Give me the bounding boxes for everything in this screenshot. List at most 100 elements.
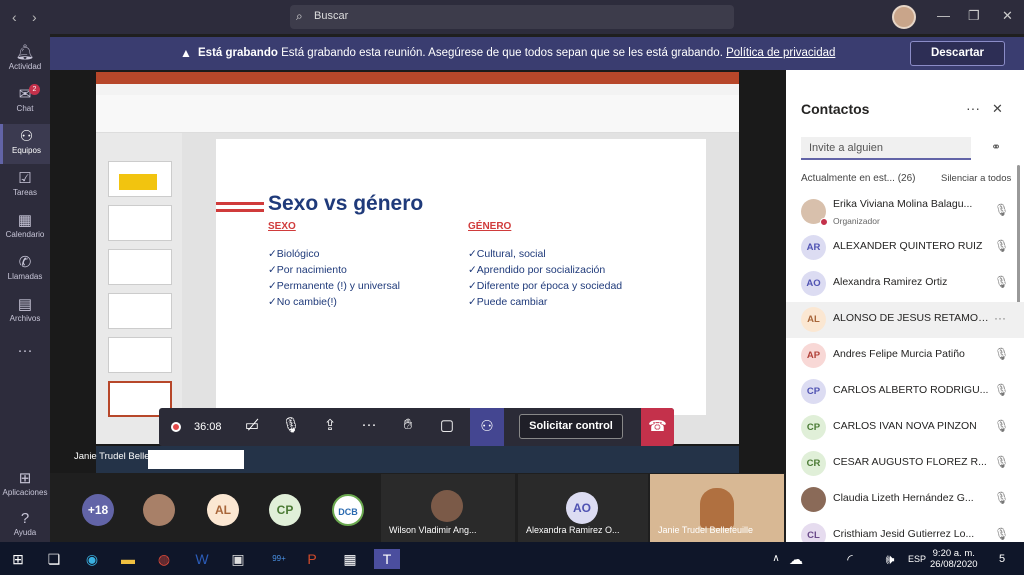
rail-label: Tareas xyxy=(12,188,37,197)
shared-taskbar xyxy=(96,446,739,473)
more-options-icon[interactable]: ··· xyxy=(994,311,1006,325)
in-meeting-section[interactable]: Actualmente en est... (26) xyxy=(801,173,916,184)
calculator-icon[interactable]: ▦ xyxy=(340,549,360,569)
slide-thumbnail[interactable] xyxy=(108,205,172,241)
raise-hand-icon[interactable]: ✋︎ xyxy=(395,416,421,433)
rail-item-actividad[interactable]: 🔔︎ Actividad xyxy=(0,40,50,80)
rail-item-ayuda[interactable]: ? Ayuda xyxy=(0,506,50,546)
close-panel-icon[interactable]: ✕ xyxy=(992,101,1003,117)
rail-item-tareas[interactable]: ☑ Tareas xyxy=(0,166,50,206)
participant-row[interactable]: CP CARLOS IVAN NOVA PINZON 🎙︎ xyxy=(786,410,1024,446)
word-icon[interactable]: W xyxy=(192,549,212,569)
close-icon[interactable]: ✕ xyxy=(1002,8,1013,24)
rail-item-calendario[interactable]: ▦ Calendario xyxy=(0,208,50,248)
chrome-icon[interactable]: ◍ xyxy=(154,549,174,569)
more-apps-button[interactable]: ··· xyxy=(0,338,50,378)
participant-row[interactable]: AR ALEXANDER QUINTERO RUIZ 🎙︎ xyxy=(786,230,1024,266)
system-clock[interactable]: 9:20 a. m. 26/08/2020 xyxy=(930,548,978,570)
participants-panel: Contactos ··· ✕ Invite a alguien ⚭ Actua… xyxy=(786,70,1024,548)
participant-row[interactable]: CR CESAR AUGUSTO FLOREZ R... 🎙︎ xyxy=(786,446,1024,482)
camera-off-icon[interactable]: ▭̸ xyxy=(239,416,265,434)
more-participants-button[interactable]: +18 xyxy=(82,494,114,526)
mute-all-button[interactable]: Silenciar a todos xyxy=(941,173,1011,184)
bell-icon: 🔔︎ xyxy=(15,44,35,61)
teams-icon[interactable]: T xyxy=(374,549,400,569)
files-icon: ▤ xyxy=(17,296,33,313)
chat-icon[interactable]: ▢ xyxy=(434,416,460,434)
rail-label: Aplicaciones xyxy=(2,488,48,497)
slide-thumbnail[interactable] xyxy=(108,337,172,373)
invite-input[interactable]: Invite a alguien xyxy=(801,137,971,160)
participant-row[interactable]: AP Andres Felipe Murcia Patiño 🎙︎ xyxy=(786,338,1024,374)
participants-icon[interactable]: ⚇ xyxy=(470,408,504,446)
chat-icon: ✉︎ xyxy=(18,86,32,103)
wifi-icon[interactable]: ◜ xyxy=(840,549,860,569)
avatar: CR xyxy=(801,451,826,476)
participant-row[interactable]: CP CARLOS ALBERTO RODRIGU... 🎙︎ xyxy=(786,374,1024,410)
onedrive-icon[interactable]: ☁ xyxy=(786,549,806,569)
mail-icon[interactable]: 99+ xyxy=(264,549,294,569)
more-icon: ··· xyxy=(17,342,33,359)
participant-row[interactable]: AL ALONSO DE JESUS RETAMOSO... ··· xyxy=(786,302,1024,338)
participant-name: ALEXANDER QUINTERO RUIZ xyxy=(833,240,983,252)
participant-row[interactable]: Erika Viviana Molina Balagu... Organizad… xyxy=(786,194,1024,230)
participant-name: CARLOS IVAN NOVA PINZON xyxy=(833,420,977,432)
search-placeholder: Buscar xyxy=(314,10,349,22)
share-screen-icon[interactable]: ⇪ xyxy=(317,416,343,434)
task-view-icon[interactable]: ❏ xyxy=(44,549,64,569)
rail-item-llamadas[interactable]: ✆ Llamadas xyxy=(0,250,50,290)
volume-icon[interactable]: 🕪︎ xyxy=(880,549,900,569)
slide-thumbnail[interactable] xyxy=(108,293,172,329)
slide-thumbnail[interactable] xyxy=(108,249,172,285)
file-explorer-icon[interactable]: ▬ xyxy=(118,549,138,569)
rail-item-chat[interactable]: ✉︎ Chat 2 xyxy=(0,82,50,122)
avatar[interactable]: DCB xyxy=(332,494,364,526)
mic-off-icon: 🎙︎ xyxy=(994,419,1010,433)
mic-off-icon: 🎙︎ xyxy=(994,203,1010,217)
maximize-icon[interactable]: ❐ xyxy=(968,8,980,24)
chevron-up-icon[interactable]: ∧ xyxy=(766,549,786,569)
windows-taskbar: ⊞ ❏ ◉ ▬ ◍ W ▣ 99+ P ▦ T ∧ ☁ ◜ 🕪︎ ESP 9:2… xyxy=(0,542,1024,575)
avatar[interactable]: AL xyxy=(207,494,239,526)
more-actions-icon[interactable]: ··· xyxy=(356,416,382,433)
title-bar: ‹ › ⌕ Buscar — ❐ ✕ xyxy=(0,0,1024,34)
search-input[interactable]: ⌕ Buscar xyxy=(290,5,734,29)
slide-thumbnail[interactable] xyxy=(108,161,172,197)
participant-row[interactable]: AO Alexandra Ramirez Ortiz 🎙︎ xyxy=(786,266,1024,302)
video-tile[interactable]: AO Alexandra Ramirez O... xyxy=(518,474,648,542)
video-tile[interactable]: Wilson Vladimir Ang... xyxy=(381,474,515,542)
participant-name: Cristhiam Jesid Gutierrez Lo... xyxy=(833,528,975,540)
powerpoint-icon[interactable]: P xyxy=(302,549,322,569)
avatar[interactable] xyxy=(143,494,175,526)
hang-up-button[interactable]: ☎︎ xyxy=(641,408,674,446)
avatar[interactable]: CP xyxy=(269,494,301,526)
privacy-link[interactable]: Política de privacidad xyxy=(726,47,835,59)
back-icon[interactable]: ‹ xyxy=(12,9,17,25)
minimize-icon[interactable]: — xyxy=(937,8,950,23)
rail-label: Llamadas xyxy=(7,272,43,281)
help-icon: ? xyxy=(20,510,30,527)
avatar: CP xyxy=(801,379,826,404)
rail-item-aplicaciones[interactable]: ⊞ Aplicaciones xyxy=(0,466,50,506)
dismiss-button[interactable]: Descartar xyxy=(910,41,1005,66)
banner-message: Está grabando esta reunión. Asegúrese de… xyxy=(281,47,723,59)
share-link-icon[interactable]: ⚭ xyxy=(991,140,1001,154)
video-tile-active[interactable]: Janie Trudel Bellefeuille xyxy=(650,474,784,542)
mic-off-icon[interactable]: 🎙︎ xyxy=(278,416,304,434)
more-options-icon[interactable]: ··· xyxy=(966,100,980,116)
ppt-slide-thumbnails xyxy=(96,133,182,444)
rail-item-archivos[interactable]: ▤ Archivos xyxy=(0,292,50,332)
store-icon[interactable]: ▣ xyxy=(228,549,248,569)
request-control-button[interactable]: Solicitar control xyxy=(519,414,623,439)
language-indicator[interactable]: ESP xyxy=(905,549,929,569)
notifications-icon[interactable]: 5 xyxy=(992,549,1012,569)
forward-icon[interactable]: › xyxy=(32,9,37,25)
avatar[interactable] xyxy=(892,5,916,29)
column-heading-genero: GÉNERO xyxy=(468,221,512,232)
rail-item-equipos[interactable]: ⚇ Equipos xyxy=(0,124,50,164)
edge-icon[interactable]: ◉ xyxy=(82,549,102,569)
participant-row[interactable]: Claudia Lizeth Hernández G... 🎙︎ xyxy=(786,482,1024,518)
hang-up-icon: ☎︎ xyxy=(648,418,667,435)
call-timer: 36:08 xyxy=(194,421,222,433)
windows-start-icon[interactable]: ⊞ xyxy=(8,549,28,569)
